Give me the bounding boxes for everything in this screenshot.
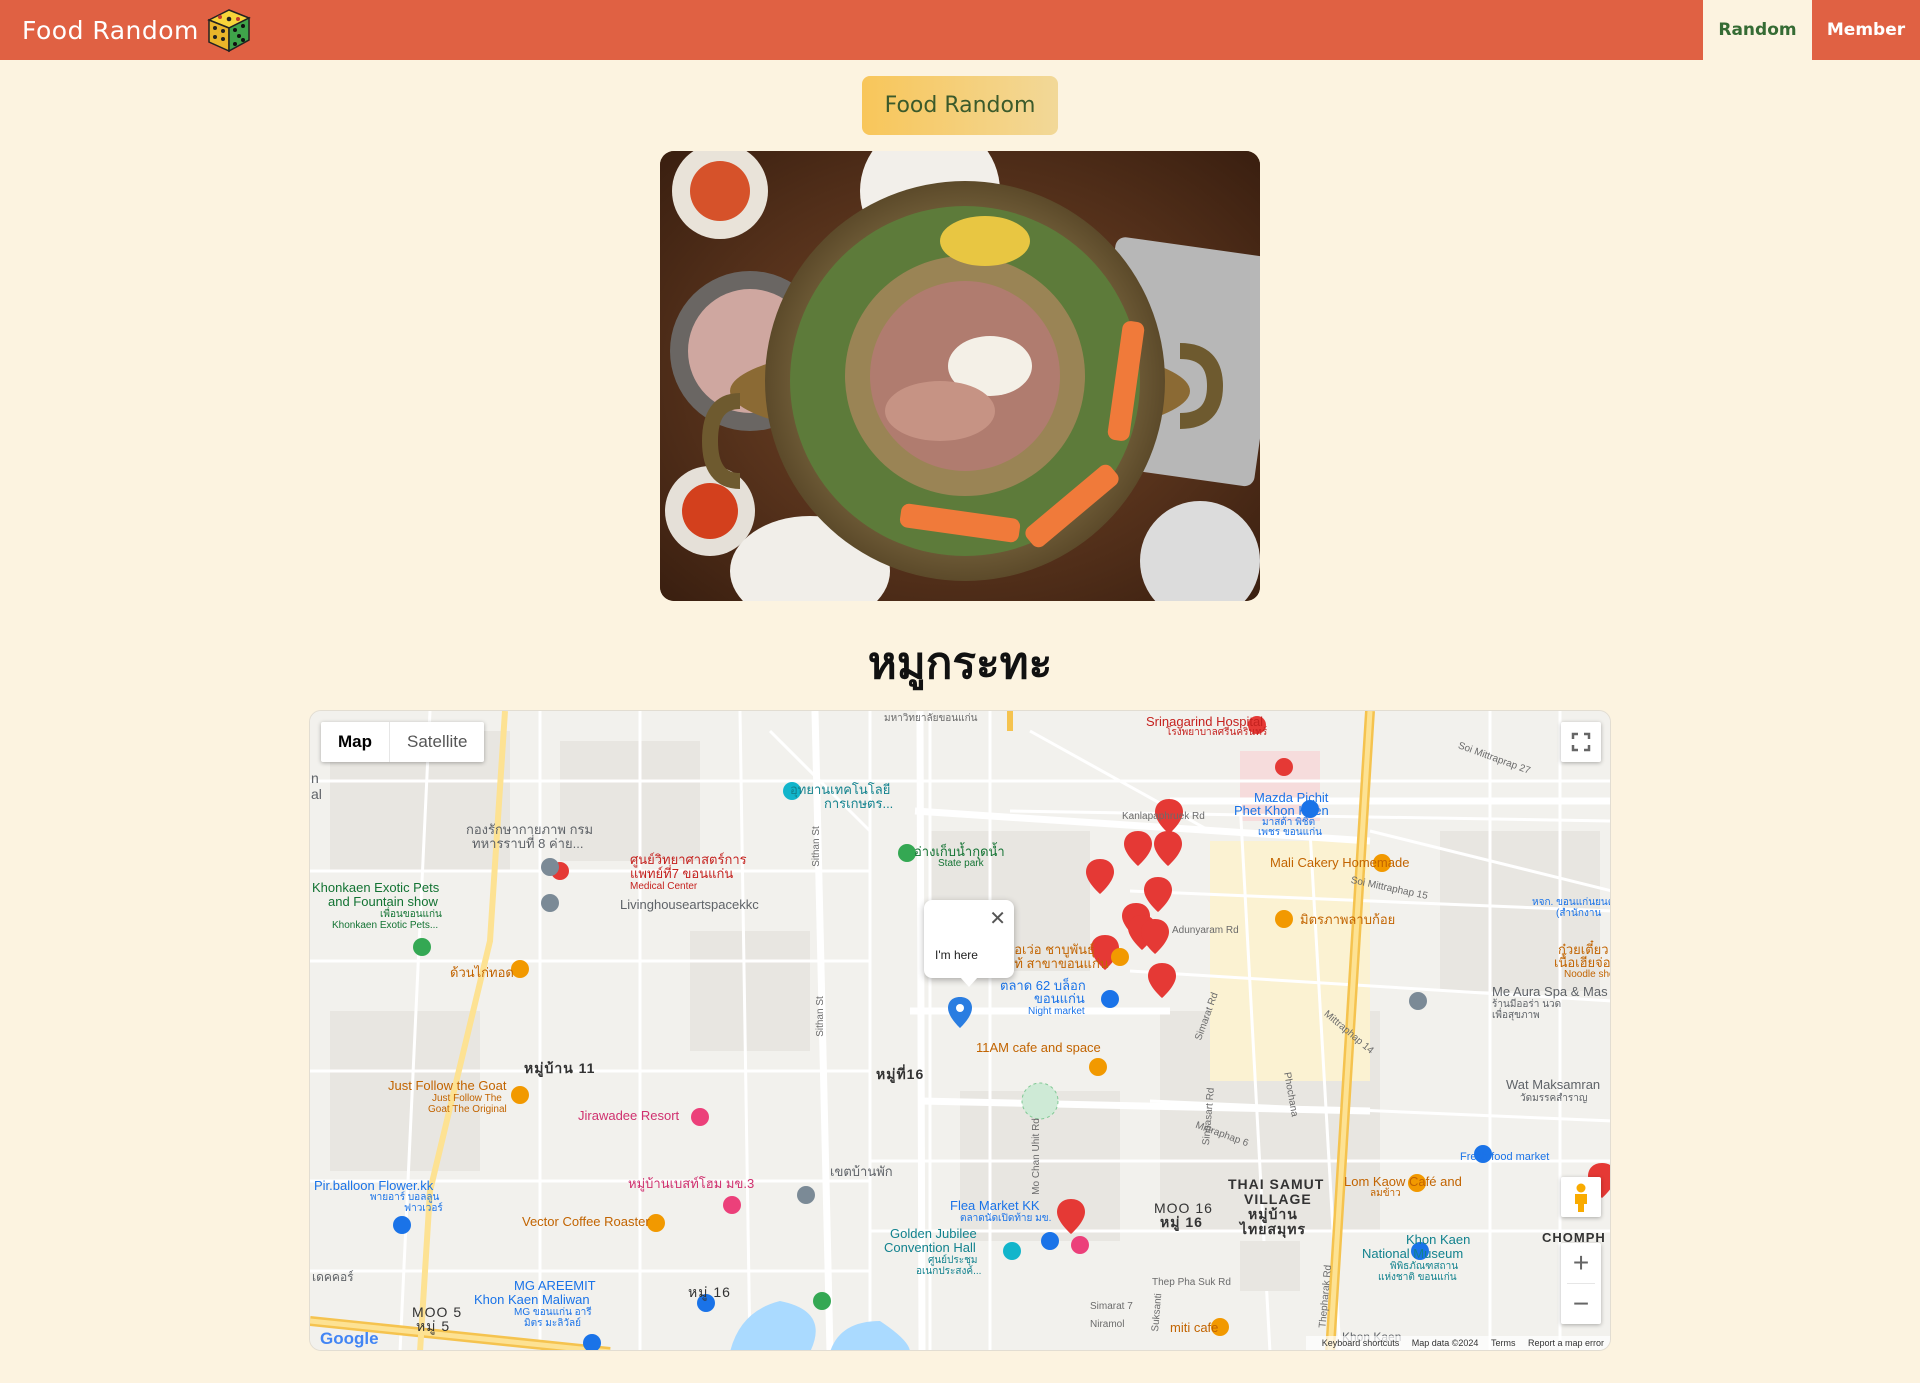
label-justfollow[interactable]: Just Follow the Goat [388,1078,507,1093]
label-kuay-3: Noodle shop [1564,969,1610,980]
info-text: I'm here [935,948,978,962]
pegman-icon [1575,1183,1587,1212]
label-ang-kep-en: State park [938,858,984,869]
label-sunvit-2: แพทย์ที่7 ขอนแก่น [630,866,734,881]
label-cafe11[interactable]: 11AM cafe and space [976,1040,1101,1055]
label-niramol: Niramol [1090,1319,1125,1330]
label-balloon-3: ฟาวเวอร์ [404,1203,443,1214]
dice-icon [207,9,251,53]
label-museum-4: แห่งชาติ ขอนแก่น [1378,1272,1457,1283]
label-me-aura-3: เพื่อสุขภาพ [1492,1010,1540,1021]
label-adunyaram: Adunyaram Rd [1172,925,1239,936]
zoom-out-button[interactable]: − [1561,1284,1601,1324]
map-type-control: Map Satellite [321,722,485,762]
label-moo16-b: หมู่ 16 [688,1284,731,1300]
street-view-button[interactable] [1561,1177,1601,1217]
label-jirawadee[interactable]: Jirawadee Resort [578,1108,679,1123]
google-logo: Google [320,1329,379,1349]
label-talad-3: Night market [1028,1006,1085,1017]
top-navbar: Food Random Random Member [0,0,1920,60]
zoom-control: + − [1561,1243,1601,1324]
label-sithan-2: Sithan St [814,996,826,1037]
label-museum-3: พิพิธภัณฑสถาน [1390,1261,1459,1272]
label-lomkaow-2: ลมข้าว [1370,1188,1401,1199]
google-map[interactable]: Srinagarind Hospital โรงพยาบาลศรีนครินทร… [309,710,1611,1351]
label-hok[interactable]: หจก. ขอนแก่นยนต์ [1532,897,1610,908]
label-fresh[interactable]: Fresh food market [1460,1151,1549,1163]
google-logo-text: Google [320,1329,379,1348]
label-exotic-3: เพื่อนขอนแก่น [380,909,442,920]
label-mitr[interactable]: มิตรภาพลาบก้อย [1300,912,1395,927]
label-lomkaow[interactable]: Lom Kaow Café and [1344,1174,1462,1189]
label-simarat7: Simarat 7 [1090,1301,1133,1312]
label-exotic-4: Khonkaen Exotic Pets... [332,920,439,931]
map-type-map[interactable]: Map [321,722,390,762]
label-mahawit: มหาวิทยาลัยขอนแก่น [884,713,978,724]
label-me-aura-2: ร้านมีออร่า นวด [1492,999,1562,1010]
label-talad-2: ขอนแก่น [1034,991,1085,1006]
label-mg-3: MG ขอนแก่น อารี [514,1307,592,1318]
food-random-button[interactable]: Food Random [862,76,1058,135]
label-me-aura[interactable]: Me Aura Spa & Mas [1492,984,1608,999]
label-edge-dek: เดคคอร์ [312,1270,354,1284]
map-footer: Keyboard shortcuts Map data ©2024 Terms … [1305,1336,1610,1350]
label-justfollow-2: Just Follow The [432,1093,502,1104]
label-mg-4: มิตร มะลิวัลย์ [524,1318,581,1329]
food-photo [660,151,1260,601]
label-edge-n: n [311,770,319,786]
label-moo5-b: หมู่ 5 [416,1318,451,1334]
keyboard-shortcuts-link[interactable]: Keyboard shortcuts [1322,1338,1400,1348]
terms-link[interactable]: Terms [1491,1338,1516,1348]
label-golden-4: อเนกประสงค์... [916,1266,982,1277]
label-golden-3: ศูนย์ประชุม [928,1255,978,1266]
info-window: ✕ I'm here [924,900,1014,987]
label-edge-al: al [311,786,322,802]
label-livinghouse[interactable]: Livinghouseartspacekkc [620,897,759,912]
label-mochan: Mo Chan Uhit Rd [1030,1118,1042,1195]
label-museum-2: National Museum [1362,1246,1464,1261]
label-thep-pha: Thep Pha Suk Rd [1152,1277,1231,1288]
label-duan[interactable]: ด้วนไก่ทอด [450,965,514,980]
label-ket: เขตบ้านพัก [830,1164,893,1179]
label-justfollow-3: Goat The Original [428,1104,507,1115]
label-moo16-r2: หมู่ 16 [1160,1214,1203,1230]
label-mazda-4: เพชร ขอนแก่น [1258,827,1322,838]
label-hok-2: (สำนักงาน [1556,908,1602,919]
nav-member[interactable]: Member [1812,0,1920,60]
label-mali[interactable]: Mali Cakery Homemade [1270,855,1409,870]
map-data-text: Map data ©2024 [1411,1338,1479,1348]
label-utthayan-2: การเกษตร... [824,796,894,811]
label-moo16-center: หมู่ที่16 [876,1066,925,1082]
label-miti[interactable]: miti cafe [1170,1320,1218,1335]
label-mg-2: Khon Kaen Maliwan [474,1292,590,1307]
fullscreen-button[interactable] [1561,722,1601,762]
label-golden-2: Convention Hall [884,1240,976,1255]
map-type-satellite[interactable]: Satellite [390,722,484,762]
brand-logo[interactable]: Food Random [22,8,255,53]
label-flea-2: ตลาดนัดเปิดท้าย มข. [960,1213,1052,1224]
fullscreen-icon [1571,732,1591,752]
label-baan-bet[interactable]: หมู่บ้านเบสท์โฮม มข.3 [628,1176,754,1191]
label-bor-wo-2: แท้ สาขาขอนแก่น [1006,956,1109,971]
food-photo-icon [660,151,1260,601]
food-name: หมูกระทะ [867,638,1053,689]
brand-title: Food Random [22,15,199,45]
label-exotic-2: and Fountain show [328,894,438,909]
label-vector[interactable]: Vector Coffee Roaster [522,1214,650,1229]
label-flea[interactable]: Flea Market KK [950,1198,1040,1213]
report-error-link[interactable]: Report a map error [1528,1338,1604,1348]
label-sithan: Sithan St [810,826,822,867]
label-thai-samut-4: ไทยสมุทร [1240,1221,1306,1237]
zoom-in-button[interactable]: + [1561,1243,1601,1283]
label-wat[interactable]: Wat Maksamran [1506,1077,1600,1092]
close-icon[interactable]: ✕ [989,906,1006,931]
nav-random[interactable]: Random [1703,0,1812,60]
label-kalpaphruk: Kanlapaphruek Rd [1122,811,1205,822]
label-kong-2: ทหารราบที่ 8 ค่าย... [472,836,584,851]
label-wat-2: วัดมรรคสำราญ [1520,1093,1588,1104]
label-sunvit-3: Medical Center [630,881,698,892]
label-srinagarind-th: โรงพยาบาลศรีนครินทร์ [1166,727,1268,738]
label-moo11: หมู่บ้าน 11 [524,1060,596,1076]
label-balloon-2: พายอาร์ บอลลูน [370,1192,440,1203]
